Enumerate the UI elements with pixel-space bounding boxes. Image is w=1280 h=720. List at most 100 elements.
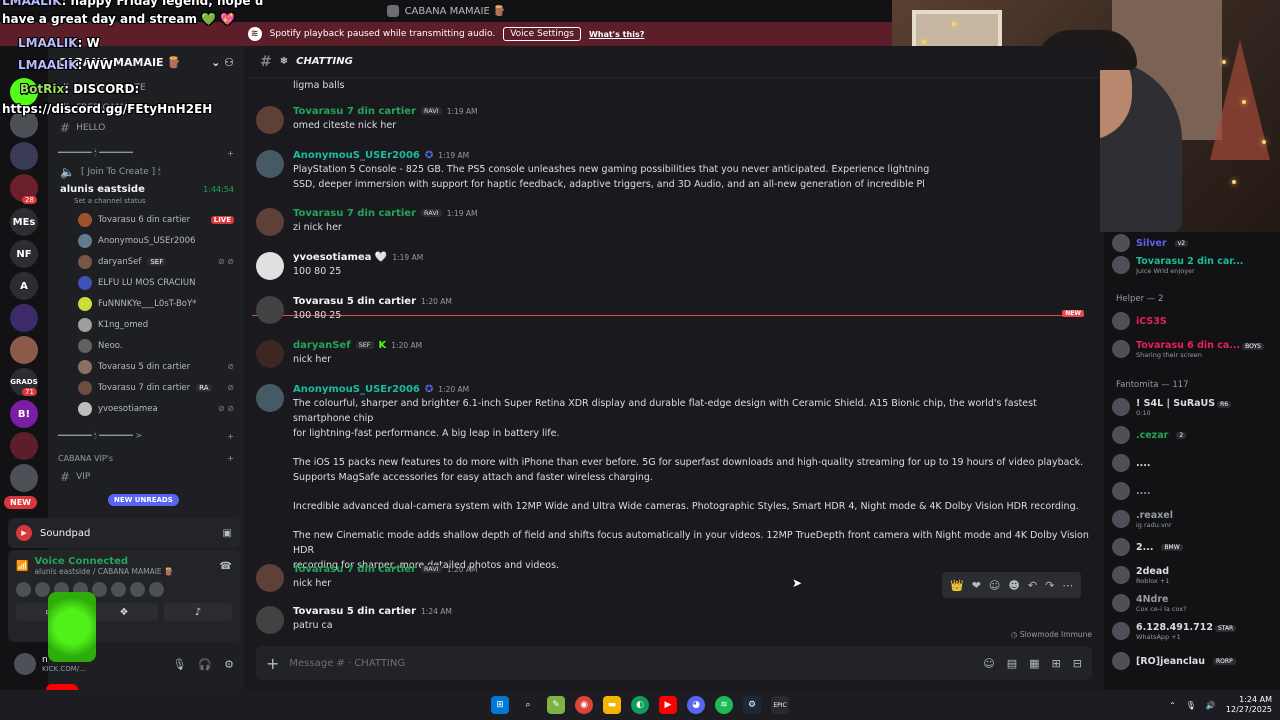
message-author[interactable]: yvoesotiamea 🤍 xyxy=(293,252,387,263)
server-icon-9[interactable] xyxy=(10,336,38,364)
discord-icon[interactable]: ◕ xyxy=(687,696,705,714)
voice-channel-status[interactable]: Set a channel status xyxy=(48,197,244,209)
server-icon-12[interactable] xyxy=(10,432,38,460)
message[interactable]: AnonymouS_USEr2006 ✪ 1:20 AM The colourful… xyxy=(248,382,1100,573)
message-author[interactable]: Tovarasu 7 din cartier xyxy=(293,106,416,117)
clock[interactable]: 1:24 AM 12/27/2025 xyxy=(1226,695,1272,715)
avatar[interactable] xyxy=(256,384,284,412)
channel-self-promote[interactable]: # SELF-PROMOTE xyxy=(48,78,244,98)
message-author[interactable]: daryanSef xyxy=(293,340,351,351)
whats-this-link[interactable]: What's this? xyxy=(589,30,644,39)
message-author[interactable]: AnonymouS_USEr2006 xyxy=(293,150,420,161)
chrome-icon[interactable]: ◉ xyxy=(575,696,593,714)
message-author[interactable]: AnonymouS_USEr2006 xyxy=(293,384,420,395)
message[interactable]: Tovarasu 5 din cartier 1:20 AM 100 80 25 xyxy=(248,294,1100,324)
voice-user[interactable]: Tovarasu 7 din cartier RA ⊘ xyxy=(48,377,244,398)
attach-plus-icon[interactable]: + xyxy=(266,654,279,673)
voice-settings-button[interactable]: Voice Settings xyxy=(503,27,581,41)
composer-placeholder[interactable]: Message # · CHATTING xyxy=(289,658,405,669)
channel-hello[interactable]: # HELLO xyxy=(48,118,244,138)
youtube-icon[interactable]: ▶ xyxy=(659,696,677,714)
server-nf[interactable]: NF xyxy=(10,240,38,268)
sticker-icon[interactable]: ▦ xyxy=(1029,657,1039,670)
voice-user[interactable]: yvoesotiamea ⊘ ⊘ xyxy=(48,398,244,419)
search-icon[interactable]: ⌕ xyxy=(519,696,537,714)
member-item[interactable]: 4Ndre Cox ce-i la cox? xyxy=(1112,592,1280,614)
voice-user[interactable]: Tovarasu 5 din cartier ⊘ xyxy=(48,356,244,377)
message[interactable]: daryanSef SEF K 1:20 AM nick her xyxy=(248,338,1100,368)
server-icon-13[interactable] xyxy=(10,464,38,492)
member-item[interactable]: Tovarasu 6 din ca... BOYS Sharing their sc… xyxy=(1112,338,1280,360)
avatar[interactable] xyxy=(256,252,284,280)
server-header[interactable]: CABANA MAMAIE 🪵 ⌄ ⚇ xyxy=(48,46,244,78)
avatar[interactable] xyxy=(256,106,284,134)
message[interactable]: Tovarasu 7 din cartier RAVI 1:20 AM nick h… xyxy=(248,562,1100,592)
avatar[interactable] xyxy=(256,296,284,324)
plus-icon[interactable]: + xyxy=(227,149,234,158)
member-item[interactable]: ! S4L | SuRaUS R6 0:10 xyxy=(1112,396,1280,418)
server-icon-2[interactable] xyxy=(10,110,38,138)
member-item[interactable]: .... xyxy=(1112,480,1280,502)
server-icon-3[interactable] xyxy=(10,142,38,170)
message-composer[interactable]: + Message # · CHATTING ☺ ▤ ▦ ⊞ ⊟ xyxy=(256,646,1092,680)
apps-icon[interactable]: ⊞ xyxy=(1052,657,1061,670)
activities-button[interactable]: ❖ xyxy=(90,603,158,621)
epic-icon[interactable]: EPIC xyxy=(771,696,789,714)
plus-icon[interactable]: + xyxy=(227,454,234,463)
headset-icon[interactable]: 🎧 xyxy=(198,658,212,671)
member-item[interactable]: iCS3S xyxy=(1112,310,1280,332)
message-author[interactable]: Tovarasu 5 din cartier xyxy=(293,606,416,617)
message[interactable]: ligma balls xyxy=(248,78,1100,93)
member-item[interactable]: .reaxel ig radu.vnr xyxy=(1112,508,1280,530)
message-author[interactable]: Tovarasu 7 din cartier xyxy=(293,208,416,219)
settings-gear-icon[interactable]: ⚙ xyxy=(224,658,234,671)
spotify-icon[interactable]: ≋ xyxy=(715,696,733,714)
microphone-icon[interactable]: 🎙 xyxy=(1186,701,1196,710)
folder-icon[interactable]: ▬ xyxy=(603,696,621,714)
avatar[interactable] xyxy=(256,564,284,592)
avatar[interactable] xyxy=(14,653,36,675)
server-b[interactable]: B! xyxy=(10,400,38,428)
channel-free-games[interactable]: # FREE-GAMES xyxy=(48,98,244,118)
soundpad-panel[interactable]: ▶ Soundpad ▣ xyxy=(8,518,240,548)
avatar[interactable] xyxy=(256,340,284,368)
avatar[interactable] xyxy=(256,606,284,634)
voice-user[interactable]: AnonymouS_USEr2006 xyxy=(48,230,244,251)
member-item[interactable]: 2dead Roblox +1 xyxy=(1112,564,1280,586)
disconnect-icon[interactable]: ☎ xyxy=(220,561,232,572)
gif-icon[interactable]: ▤ xyxy=(1007,657,1017,670)
member-item[interactable]: 2... BMW xyxy=(1112,536,1280,558)
message[interactable]: yvoesotiamea 🤍 1:19 AM 100 80 25 xyxy=(248,250,1100,280)
steam-icon[interactable]: ⚙ xyxy=(743,696,761,714)
new-unreads-pill[interactable]: NEW UNREADS xyxy=(108,494,179,506)
voice-user[interactable]: FuNNNKYe___L0sT-BoY* xyxy=(48,293,244,314)
member-item[interactable]: Tovarasu 2 din car... Juice Wrld enjoyer xyxy=(1112,254,1280,276)
server-mes[interactable]: MEs xyxy=(10,208,38,236)
member-item[interactable]: .cezar 2 xyxy=(1112,424,1280,446)
screen-icon[interactable]: ▣ xyxy=(223,528,232,539)
mic-icon[interactable]: 🎙 xyxy=(172,658,186,671)
voice-user[interactable]: daryanSef SEF ⊘ ⊘ xyxy=(48,251,244,272)
channel-join-to-create[interactable]: 🔈 [ Join To Create ] 🕯 xyxy=(48,162,244,182)
server-icon-8[interactable] xyxy=(10,304,38,332)
member-item[interactable]: [RO]jeanclau RORP xyxy=(1112,650,1280,672)
category-vip[interactable]: CABANA VIP's + xyxy=(48,449,244,467)
avatar[interactable] xyxy=(256,208,284,236)
message[interactable]: AnonymouS_USEr2006 ✪ 1:19 AM PlayStation 5… xyxy=(248,148,1100,192)
server-a[interactable]: A xyxy=(10,272,38,300)
voice-user[interactable]: Tovarasu 6 din cartier LIVE xyxy=(48,209,244,230)
member-item[interactable]: 6.128.491.712 STAR WhatsApp +1 xyxy=(1112,620,1280,642)
server-kick[interactable]: K xyxy=(10,78,38,106)
soundboard-button[interactable]: ♪ xyxy=(164,603,232,621)
avatar[interactable] xyxy=(256,150,284,178)
channel-vip[interactable]: # VIP xyxy=(48,467,244,487)
voice-channel[interactable]: alunis eastside 1:44:54 xyxy=(48,182,244,197)
voice-user[interactable]: ELFU LU MOS CRACIUN xyxy=(48,272,244,293)
message-author[interactable]: Tovarasu 5 din cartier xyxy=(293,296,416,307)
plus-icon[interactable]: + xyxy=(227,432,234,441)
windows-icon[interactable]: ⊞ xyxy=(491,696,509,714)
member-item[interactable]: .... xyxy=(1112,452,1280,474)
voice-user[interactable]: K1ng_omed xyxy=(48,314,244,335)
message[interactable]: Tovarasu 5 din cartier 1:24 AM patru ca xyxy=(248,604,1100,634)
message[interactable]: Tovarasu 7 din cartier RAVI 1:19 AM omed c… xyxy=(248,104,1100,134)
